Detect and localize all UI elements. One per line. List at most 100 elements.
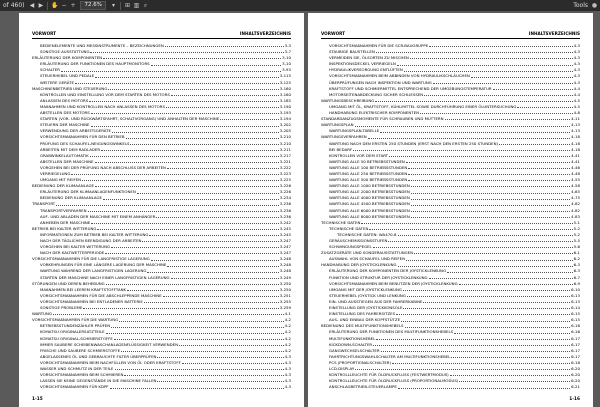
toc-dot-leader xyxy=(105,250,279,255)
toc-dot-leader xyxy=(355,366,571,371)
toc-dot-leader xyxy=(499,141,571,145)
toc-entry-page: 4-3 xyxy=(284,384,291,390)
tools-menu[interactable]: Tools xyxy=(573,0,588,11)
toc-dot-leader xyxy=(447,268,573,273)
fit-page-icon[interactable]: ⊞ xyxy=(123,1,132,10)
toc-dot-leader xyxy=(410,208,571,212)
search-icon[interactable]: ⌕ xyxy=(141,1,150,10)
toc-dot-leader xyxy=(157,378,284,383)
toc-dot-leader xyxy=(410,195,571,200)
toc-dot-leader xyxy=(444,116,571,121)
toc-entry[interactable]: VORSICHTSMAßNAHMEN FÜR KDPF 4-3 xyxy=(32,384,291,390)
toc-dot-leader xyxy=(459,378,571,383)
toc-dot-leader xyxy=(90,49,284,54)
page-of-label: of 460) xyxy=(3,2,25,9)
user-icon[interactable]: ● xyxy=(591,2,598,9)
toc-dot-leader xyxy=(396,311,571,316)
toc-dot-leader xyxy=(406,256,573,261)
toc-dot-leader xyxy=(143,299,279,304)
toc-dot-leader xyxy=(114,366,284,371)
toc-dot-leader xyxy=(127,287,279,292)
toc-dot-leader xyxy=(71,171,279,176)
toc-dot-leader xyxy=(56,201,279,206)
toc-dot-leader xyxy=(103,55,282,60)
zoom-out-icon[interactable]: − xyxy=(59,1,68,10)
toc-dot-leader xyxy=(403,305,571,310)
hand-tool-icon[interactable]: ✋ xyxy=(50,1,59,10)
toc-dot-leader xyxy=(449,372,571,377)
viewer-toolbar: of 460) ◀ ▶ ✋ − + 72.6% ▾ ⊞ ▥ ⌕ Tools ● xyxy=(0,0,600,11)
chevron-down-icon[interactable]: ▾ xyxy=(109,1,118,10)
toc-dot-leader xyxy=(424,92,573,97)
toc-dot-leader xyxy=(82,177,279,182)
toc-dot-leader xyxy=(94,183,279,188)
previous-page-icon[interactable]: ◀ xyxy=(27,1,36,10)
toolbar-divider xyxy=(47,1,49,10)
toc-dot-leader xyxy=(74,80,279,84)
header-title: INHALTSVERZEICHNIS xyxy=(239,31,291,36)
toc-dot-leader xyxy=(492,86,573,90)
toolbar-divider xyxy=(119,1,121,10)
toc-dot-leader xyxy=(125,134,279,139)
toc-dot-leader xyxy=(149,232,279,237)
toc-dot-leader xyxy=(111,323,284,328)
toc-dot-leader xyxy=(60,67,282,72)
toc-dot-leader xyxy=(389,153,571,157)
toc-dot-leader xyxy=(405,159,571,164)
toc-dot-leader xyxy=(181,360,284,365)
toc-dot-leader xyxy=(90,122,279,127)
toc-dot-leader xyxy=(91,220,279,225)
toc-dot-leader xyxy=(111,128,279,133)
toc-dot-leader xyxy=(376,336,571,340)
toc-dot-leader xyxy=(150,256,279,261)
header-section: VORWORT xyxy=(32,31,57,36)
toc-dot-leader xyxy=(372,244,573,249)
two-page-view-icon[interactable]: ▥ xyxy=(132,1,141,10)
table-of-contents: BEDIENELEMENTE UND MESSINSTRUMENTE – BEZ… xyxy=(32,43,291,390)
toc-dot-leader xyxy=(373,342,571,346)
toc-dot-leader xyxy=(392,360,571,365)
toc-dot-leader xyxy=(451,354,571,359)
next-page-icon[interactable]: ▶ xyxy=(36,1,45,10)
toc-dot-leader xyxy=(119,317,284,322)
toc-dot-leader xyxy=(170,92,279,97)
toc-dot-leader xyxy=(178,342,284,346)
toc-dot-leader xyxy=(157,354,284,359)
toc-dot-leader xyxy=(83,305,279,310)
toc-dot-leader xyxy=(97,226,279,231)
toc-dot-leader xyxy=(353,147,571,151)
toc-dot-leader xyxy=(89,98,279,103)
zoom-in-icon[interactable]: + xyxy=(68,1,77,10)
toc-dot-leader xyxy=(150,61,282,66)
toc-entry[interactable]: ANSCHLAGBETRIEB-STEUERLAMPE 6-21 xyxy=(321,384,580,390)
toc-dot-leader xyxy=(94,159,279,164)
toc-dot-leader xyxy=(89,153,279,157)
pdf-page-right: VORWORT INHALTSVERZEICHNIS VORSICHTSMAßN… xyxy=(308,13,593,407)
toc-dot-leader xyxy=(142,238,279,243)
toc-dot-leader xyxy=(397,262,573,267)
page-header: VORWORT INHALTSVERZEICHNIS xyxy=(321,31,580,39)
page-counter: of 460) xyxy=(0,0,27,11)
toc-dot-leader xyxy=(432,80,573,84)
toc-dot-leader xyxy=(136,189,279,194)
toc-dot-leader xyxy=(408,165,571,170)
toc-dot-leader xyxy=(408,171,571,176)
toc-dot-leader xyxy=(414,250,573,255)
toc-dot-leader xyxy=(406,293,571,298)
toc-dot-leader xyxy=(162,293,279,298)
toc-dot-leader xyxy=(101,147,279,151)
zoom-select[interactable]: 72.6% xyxy=(80,1,106,10)
toc-dot-leader xyxy=(420,110,573,115)
toc-dot-leader xyxy=(367,134,571,139)
toc-dot-leader xyxy=(111,244,279,249)
page-number: 1-16 xyxy=(569,397,580,402)
pdf-page-left: VORWORT INHALTSVERZEICHNIS BEDIENELEMENT… xyxy=(19,13,304,407)
toc-dot-leader xyxy=(170,275,279,279)
toc-dot-leader xyxy=(361,220,573,225)
toc-dot-leader xyxy=(156,214,279,218)
toc-dot-leader xyxy=(109,384,284,389)
toc-dot-leader xyxy=(166,165,279,170)
page-header: VORWORT INHALTSVERZEICHNIS xyxy=(32,31,291,39)
toc-dot-leader xyxy=(380,128,571,133)
toc-dot-leader xyxy=(165,104,279,109)
